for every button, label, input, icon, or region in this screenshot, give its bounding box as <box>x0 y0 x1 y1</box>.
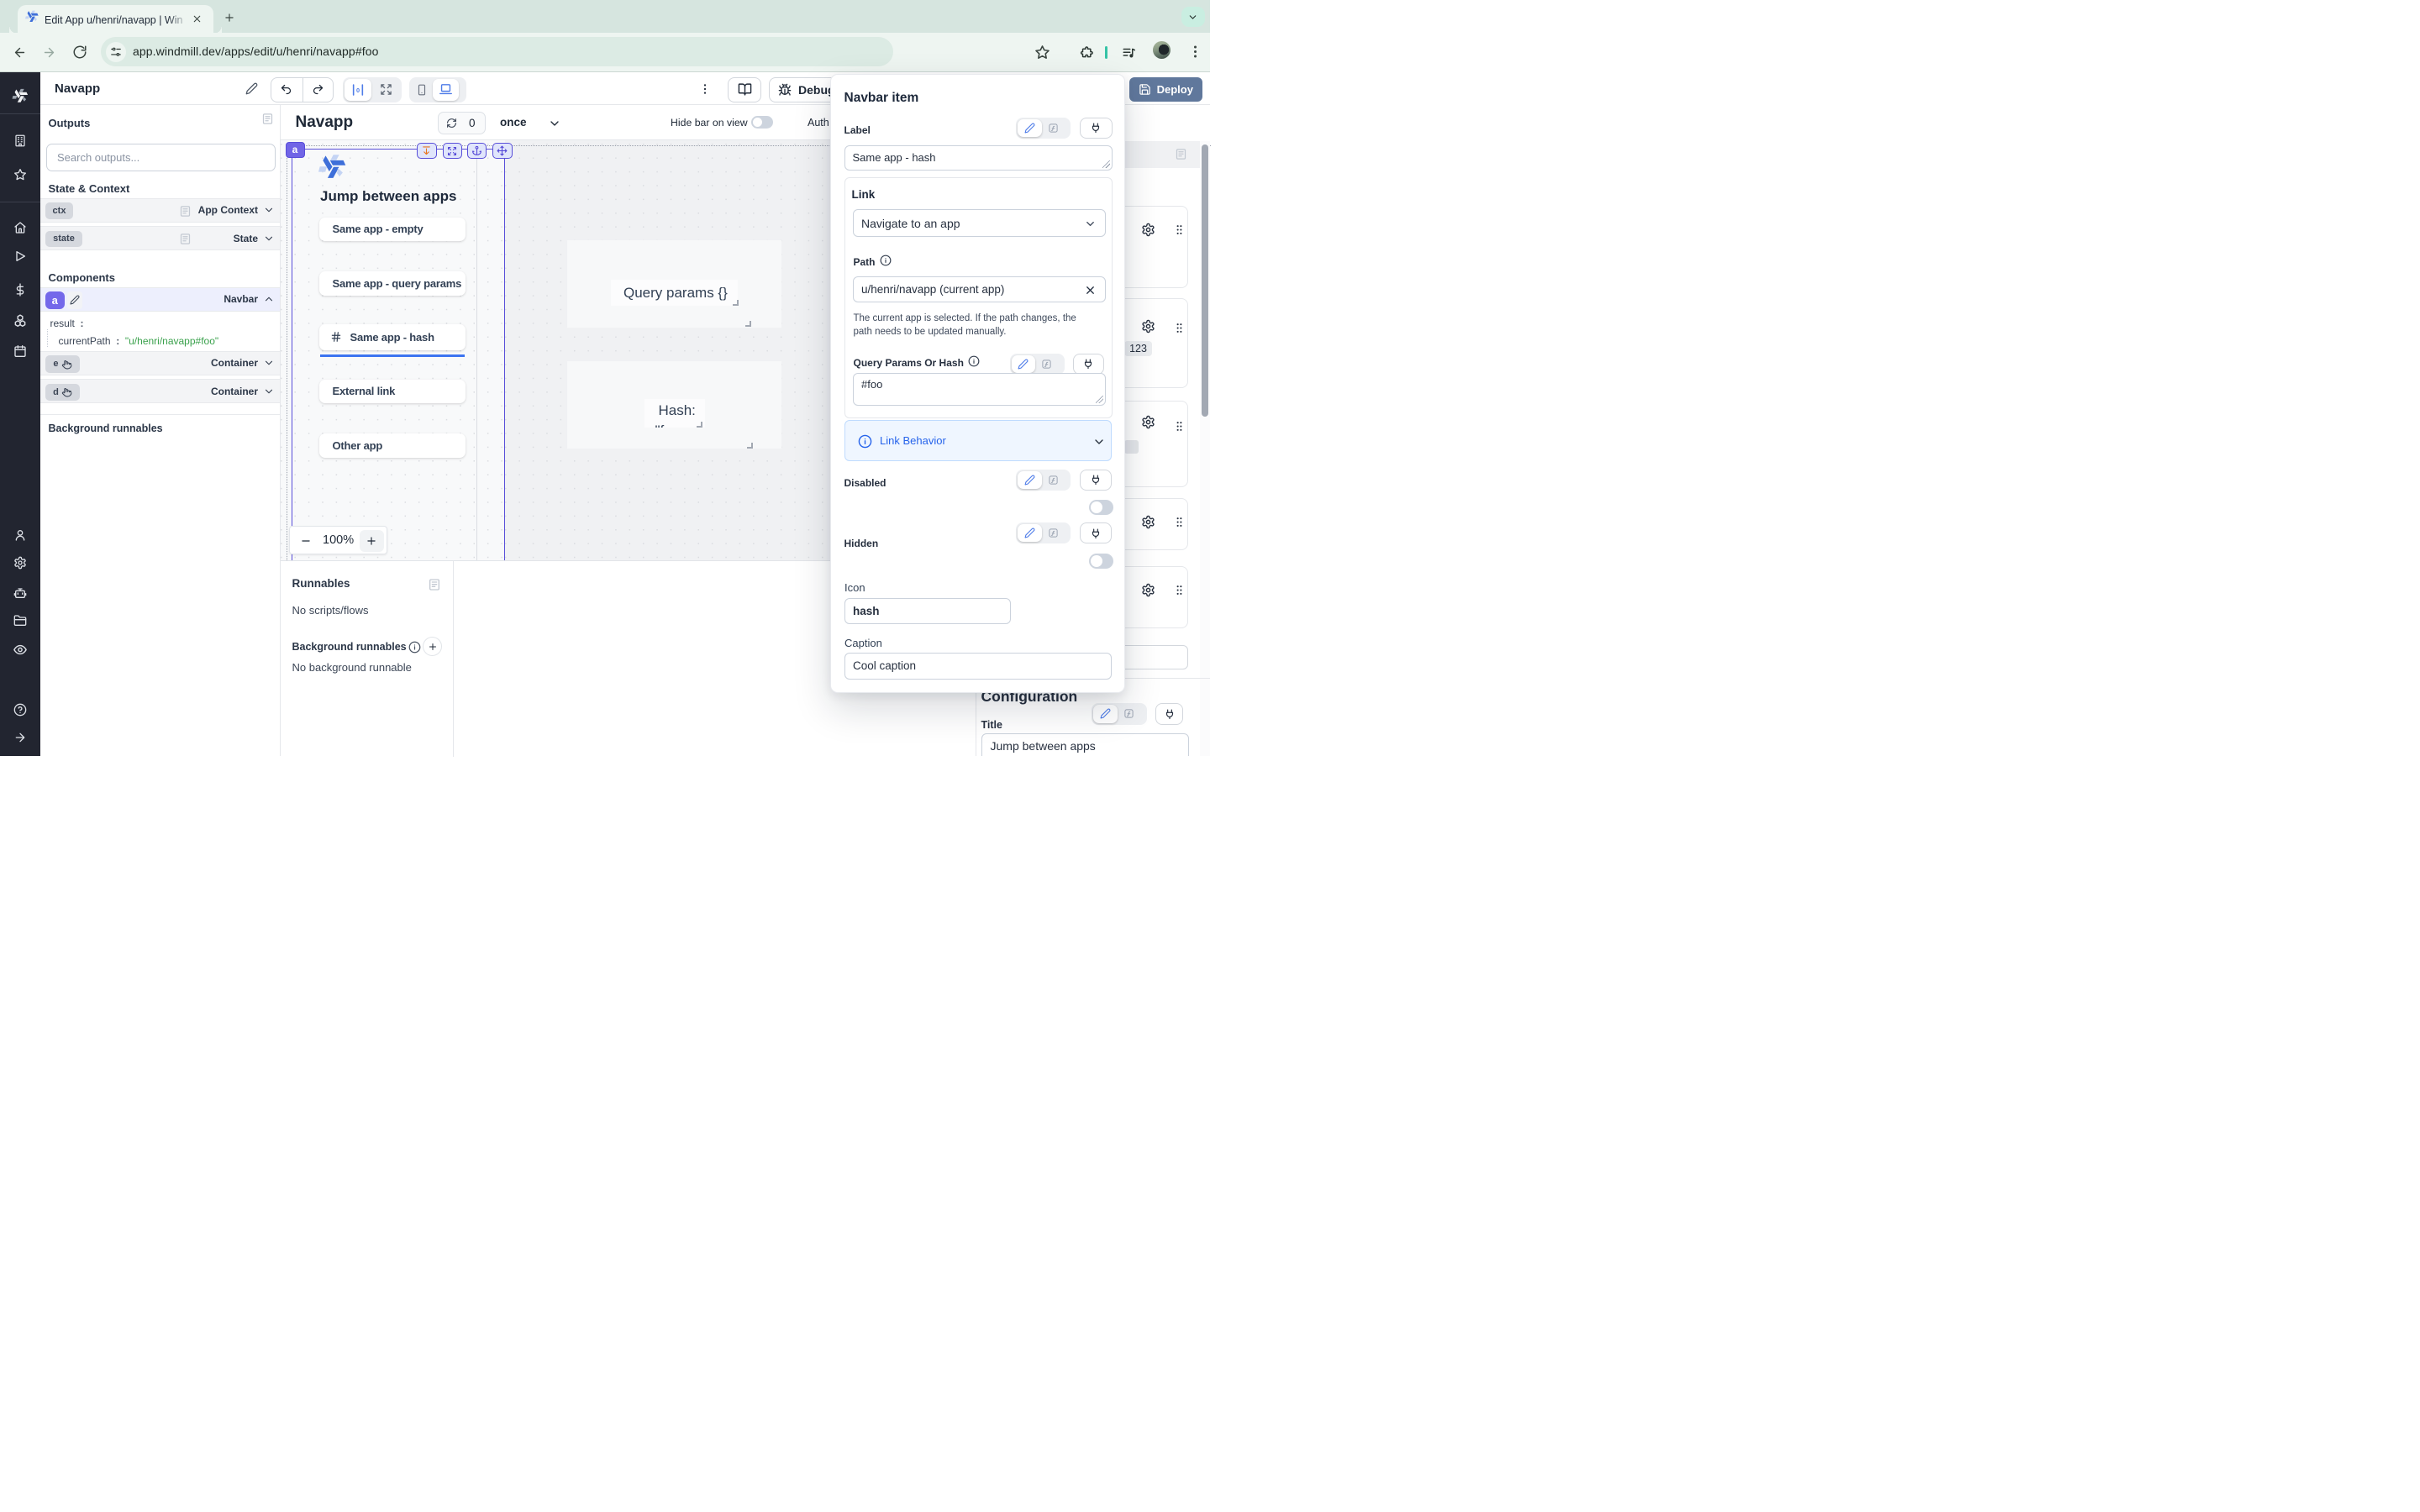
svg-text:0: 0 <box>356 87 360 94</box>
